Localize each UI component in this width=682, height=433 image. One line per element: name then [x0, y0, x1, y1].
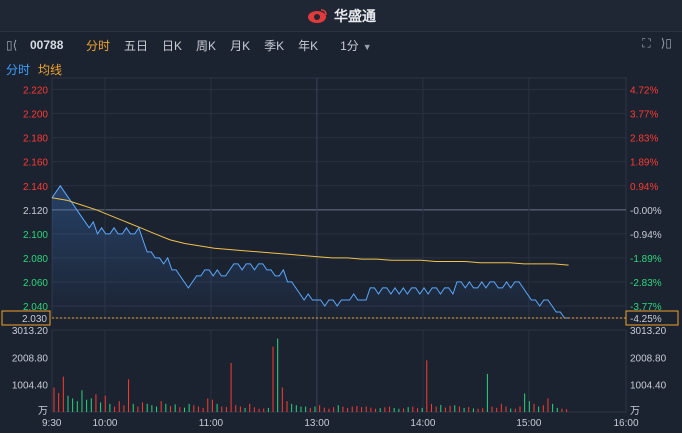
price-tick-label: 2.220	[23, 86, 48, 97]
tab-time-sharing[interactable]: 分时	[86, 37, 110, 54]
brand-name: 华盛通	[334, 7, 376, 24]
toolbar-icons: ⛶ ⟩▯	[642, 36, 672, 51]
indicator-average-line[interactable]: 均线	[38, 61, 62, 78]
brand: 华盛通	[306, 6, 376, 26]
percent-tick-label: 4.72%	[630, 86, 658, 97]
percent-tick-label: -1.89%	[630, 254, 662, 265]
tab-year-k[interactable]: 年K	[298, 37, 318, 54]
tab-day-k[interactable]: 日K	[162, 37, 182, 54]
price-tick-label: 2.140	[23, 182, 48, 193]
percent-tick-label: -0.00%	[630, 206, 662, 217]
average-price-line	[51, 197, 569, 266]
interval-select[interactable]: 1分 ▼	[340, 37, 372, 54]
indicator-time-sharing[interactable]: 分时	[6, 61, 30, 78]
price-tick-label: 2.200	[23, 110, 48, 121]
percent-tick-label: -3.77%	[630, 302, 662, 313]
volume-tick-label-left: 2008.80	[12, 353, 49, 364]
price-tick-label: 2.100	[23, 230, 48, 241]
price-tick-label: 2.040	[23, 302, 48, 313]
price-plot-frame	[51, 77, 627, 319]
percent-tick-label: 1.89%	[630, 158, 658, 169]
tab-month-k[interactable]: 月K	[230, 37, 250, 54]
chevron-down-icon: ▼	[362, 41, 372, 52]
percent-tick-label: 0.94%	[630, 182, 658, 193]
price-area	[52, 185, 569, 318]
fullscreen-icon[interactable]: ⛶	[642, 36, 650, 51]
volume-tick-label-left: 1004.40	[12, 381, 49, 392]
volume-plot-frame	[51, 329, 627, 413]
time-axis-label: 10:00	[92, 418, 117, 429]
price-tick-label: 2.060	[23, 278, 48, 289]
volume-tick-label-right: 2008.80	[630, 353, 667, 364]
tab-five-day[interactable]: 五日	[124, 37, 148, 54]
brand-logo-icon	[308, 8, 327, 23]
price-line	[51, 184, 569, 319]
volume-tick-label-left: 万	[38, 406, 48, 417]
stock-code: 00788	[30, 38, 64, 52]
current-percent-box	[625, 310, 679, 326]
percent-tick-label: -2.83%	[630, 278, 662, 289]
current-price-box	[1, 310, 51, 326]
time-axis-label: 15:00	[516, 418, 541, 429]
price-tick-label: 2.180	[23, 134, 48, 145]
percent-tick-label: 3.77%	[630, 110, 658, 121]
volume-tick-label-right: 1004.40	[630, 381, 667, 392]
app-header: 华盛通	[0, 0, 682, 32]
chart-toolbar: ▯⟨ 00788 分时 五日 日K 周K 月K 季K 年K 1分 ▼ ⛶ ⟩▯	[0, 32, 682, 58]
volume-tick-label-left: 3013.20	[12, 326, 49, 337]
intraday-chart[interactable]: 2.220 4.72% 2.200 3.77% 2.180 2.83% 2.160 1.89%…	[0, 0, 682, 433]
percent-tick-label: -0.94%	[630, 230, 662, 241]
price-tick-label: 2.120	[23, 206, 48, 217]
current-price-label: 2.030	[22, 314, 47, 325]
current-percent-label: -4.25%	[630, 314, 662, 325]
volume-tick-label-right: 3013.20	[630, 326, 667, 337]
percent-tick-label: 2.83%	[630, 134, 658, 145]
time-axis-label: 13:00	[304, 418, 329, 429]
time-axis-label: 11:00	[199, 418, 224, 429]
time-axis-label: 14:00	[410, 418, 435, 429]
collapse-right-icon[interactable]: ⟩▯	[661, 36, 672, 51]
time-axis-label: 9:30	[42, 418, 62, 429]
interval-label: 1分	[340, 38, 359, 53]
tab-week-k[interactable]: 周K	[196, 37, 216, 54]
volume-tick-label-right: 万	[630, 406, 640, 417]
price-tick-label: 2.080	[23, 254, 48, 265]
tab-quarter-k[interactable]: 季K	[264, 37, 284, 54]
price-tick-label: 2.160	[23, 158, 48, 169]
time-axis-label: 16:00	[613, 418, 638, 429]
collapse-left-icon[interactable]: ▯⟨	[6, 38, 24, 52]
indicator-tabs: 分时 均线	[6, 61, 62, 78]
